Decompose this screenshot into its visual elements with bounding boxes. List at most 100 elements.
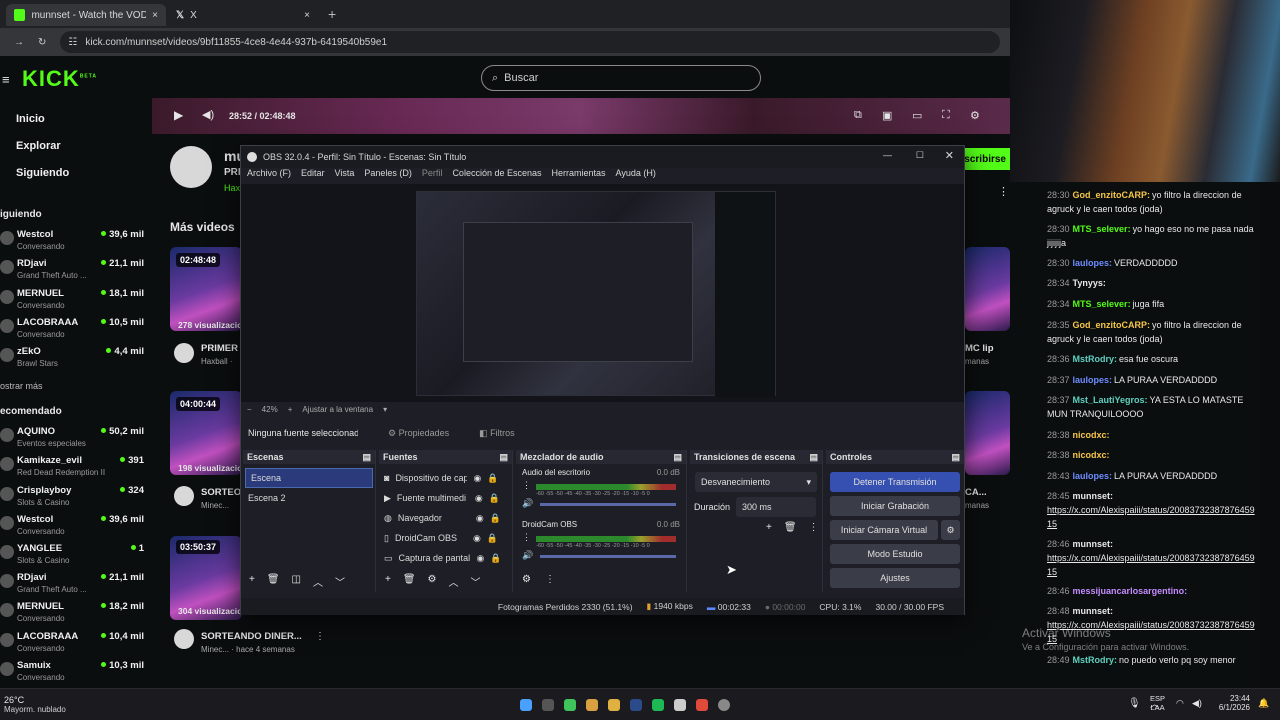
sidebar-channel[interactable]: Westcol Conversando 39,6 mil: [0, 514, 148, 542]
lock-icon[interactable]: 🔒: [487, 533, 498, 544]
menu-herramientas[interactable]: Herramientas: [552, 168, 606, 184]
app-icon[interactable]: [674, 699, 686, 711]
channel-menu-icon[interactable]: ⋮: [522, 532, 531, 543]
video-player[interactable]: ▶ ◀) 28:52 / 02:48:48 ⧉ ▣ ▭ ⛶ ⚙: [152, 98, 1010, 134]
browser-tab-x[interactable]: 𝕏 X ×: [168, 4, 318, 26]
miniplayer-icon[interactable]: ▭: [912, 109, 922, 122]
obs-taskbar-icon[interactable]: [718, 699, 730, 711]
lock-icon[interactable]: 🔒: [490, 553, 501, 564]
chevron-down-icon[interactable]: ▾: [383, 405, 387, 414]
nav-explorar[interactable]: Explorar: [0, 140, 61, 152]
speaker-icon[interactable]: 🔊: [522, 550, 533, 561]
chat-username[interactable]: MTS_selever:: [1073, 299, 1131, 309]
menu-coleccion[interactable]: Colección de Escenas: [452, 168, 541, 184]
video-title[interactable]: MC lip: [965, 343, 994, 354]
close-icon[interactable]: ✕: [945, 149, 954, 162]
sidebar-channel[interactable]: zEkO Brawl Stars 4,4 mil: [0, 346, 148, 374]
sidebar-channel[interactable]: RDjavi Grand Theft Auto ... 21,1 mil: [0, 572, 148, 600]
minimize-icon[interactable]: —: [883, 150, 892, 160]
sidebar-channel[interactable]: AQUINO Eventos especiales 50,2 mil: [0, 426, 148, 454]
start-recording-button[interactable]: Iniciar Grabación: [830, 496, 960, 516]
show-more-link[interactable]: ostrar más: [0, 381, 43, 391]
wifi-icon[interactable]: ◠: [1176, 698, 1184, 709]
video-thumbnail[interactable]: [965, 391, 1010, 475]
close-icon[interactable]: ×: [152, 10, 158, 21]
volume-slider[interactable]: [540, 503, 676, 506]
sidebar-channel[interactable]: MERNUEL Conversando 18,2 mil: [0, 601, 148, 629]
menu-perfil[interactable]: Perfil: [422, 168, 443, 184]
dock-options-icon[interactable]: ▤: [951, 452, 960, 463]
browser-tab-kick[interactable]: munnset - Watch the VOD on k ×: [6, 4, 166, 26]
move-down-icon[interactable]: ﹀: [471, 574, 481, 589]
search-input[interactable]: ⌕ Buscar: [481, 65, 761, 91]
more-options-icon[interactable]: ⋮: [315, 631, 325, 642]
trash-icon[interactable]: 🗑: [267, 574, 280, 589]
sidebar-channel[interactable]: LACOBRAAA Conversando 10,4 mil: [0, 631, 148, 659]
source-item[interactable]: ▭ Captura de pantal ◉ 🔒: [379, 548, 512, 568]
transition-select[interactable]: Desvanecimiento ▾: [695, 472, 817, 492]
chrome-icon[interactable]: [696, 699, 708, 711]
move-up-icon[interactable]: ︿: [313, 574, 323, 589]
sidebar-channel[interactable]: Westcol Conversando 39,6 mil: [0, 229, 148, 257]
channel-avatar[interactable]: [170, 146, 212, 188]
eye-icon[interactable]: ◉: [475, 493, 483, 504]
add-icon[interactable]: +: [385, 574, 391, 589]
menu-editar[interactable]: Editar: [301, 168, 325, 184]
new-tab-icon[interactable]: +: [328, 6, 336, 22]
speaker-icon[interactable]: 🔊: [522, 498, 533, 509]
move-up-icon[interactable]: ︿: [449, 574, 459, 589]
start-virtual-camera-button[interactable]: Iniciar Cámara Virtual: [830, 520, 938, 540]
search-icon[interactable]: [542, 699, 554, 711]
properties-button[interactable]: ⚙ Propiedades: [388, 428, 449, 439]
steam-icon[interactable]: [630, 699, 642, 711]
menu-icon[interactable]: ≡: [2, 72, 10, 87]
volume-icon[interactable]: ◀): [1192, 698, 1202, 709]
microphone-icon[interactable]: 🎙: [1128, 698, 1141, 709]
filters-button[interactable]: ◧ Filtros: [479, 428, 515, 439]
add-icon[interactable]: +: [249, 574, 255, 589]
stop-streaming-button[interactable]: Detener Transmisión: [830, 472, 960, 492]
chat-text[interactable]: https://x.com/Alexispaiii/status/2008373…: [1047, 551, 1257, 579]
chat-username[interactable]: munnset:: [1073, 539, 1114, 549]
chat-username[interactable]: nicodxc:: [1073, 450, 1110, 460]
lock-icon[interactable]: 🔒: [487, 473, 498, 484]
sidebar-channel[interactable]: Kamikaze_evil Red Dead Redemption II 391: [0, 455, 148, 483]
maximize-icon[interactable]: ☐: [916, 150, 924, 161]
chat-username[interactable]: God_enzitoCARP:: [1073, 190, 1151, 200]
fullscreen-icon[interactable]: ⛶: [942, 109, 950, 122]
scene-item[interactable]: Escena 2: [243, 488, 375, 508]
sidebar-channel[interactable]: Crisplayboy Slots & Casino 324: [0, 485, 148, 513]
sidebar-channel[interactable]: LACOBRAAA Conversando 10,5 mil: [0, 317, 148, 345]
spotify-icon[interactable]: [652, 699, 664, 711]
language-indicator[interactable]: ESP LAA: [1150, 694, 1165, 712]
fit-window-label[interactable]: Ajustar a la ventana: [302, 405, 373, 414]
play-icon[interactable]: ▶: [174, 108, 183, 122]
chat-username[interactable]: MstRodry:: [1073, 354, 1118, 364]
chat-text[interactable]: https://x.com/Alexispaiii/status/2008373…: [1047, 503, 1257, 531]
source-item[interactable]: ◍ Navegador ◉ 🔒: [379, 508, 512, 528]
obs-preview-area[interactable]: [241, 184, 964, 402]
lock-icon[interactable]: 🔒: [489, 493, 500, 504]
video-thumbnail[interactable]: 03:50:37 304 visualizacio: [170, 536, 242, 620]
category-fragment[interactable]: Hax: [224, 183, 240, 193]
more-options-icon[interactable]: ⋮: [998, 185, 1009, 198]
reload-icon[interactable]: ↻: [38, 37, 46, 48]
move-down-icon[interactable]: ﹀: [335, 574, 345, 589]
source-item[interactable]: ▶ Fuente multimedi ◉ 🔒: [379, 488, 512, 508]
eye-icon[interactable]: ◉: [477, 553, 485, 564]
zoom-out-icon[interactable]: −: [247, 405, 252, 414]
avatar[interactable]: [174, 486, 194, 506]
advanced-audio-icon[interactable]: ⚙: [522, 574, 531, 585]
chat-username[interactable]: munnset:: [1073, 606, 1114, 616]
obs-titlebar[interactable]: OBS 32.0.4 - Perfil: Sin Título - Escena…: [241, 146, 964, 168]
video-title[interactable]: CA...: [965, 487, 987, 498]
video-title[interactable]: SORTEO: [201, 487, 241, 498]
chat-username[interactable]: messijuancarlosargentino:: [1073, 586, 1188, 596]
video-thumbnail[interactable]: 02:48:48 278 visualizacio: [170, 247, 242, 331]
zoom-in-icon[interactable]: +: [288, 405, 293, 414]
dock-options-icon[interactable]: ▤: [809, 452, 818, 463]
notifications-icon[interactable]: 🔔: [1258, 698, 1269, 709]
chat-username[interactable]: laulopes:: [1073, 375, 1113, 385]
menu-ayuda[interactable]: Ayuda (H): [616, 168, 656, 184]
duration-field[interactable]: 300 ms: [736, 497, 816, 517]
